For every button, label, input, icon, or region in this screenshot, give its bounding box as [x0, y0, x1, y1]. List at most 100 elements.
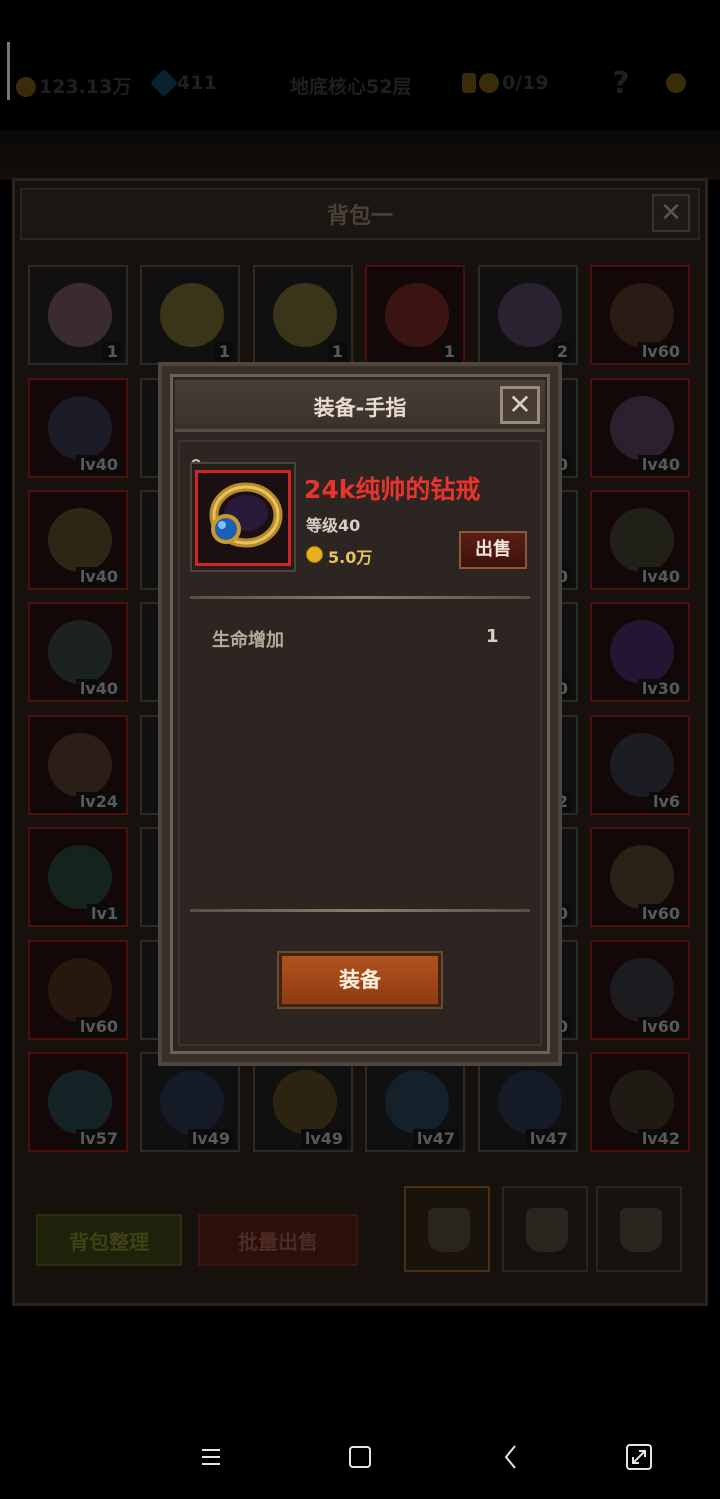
inventory-slot[interactable]: lv60 — [28, 940, 128, 1040]
bag-title: 背包一 — [326, 204, 393, 229]
stat-name: 生命增加 — [212, 630, 284, 651]
inventory-slot[interactable]: 1 — [253, 265, 353, 365]
slot-label: lv24 — [75, 792, 122, 811]
sort-bag-button[interactable]: 背包整理 — [36, 1214, 182, 1266]
gold-counter: 123.13万 — [16, 72, 131, 99]
inventory-slot[interactable]: 1 — [140, 265, 240, 365]
gem-icon — [149, 68, 179, 98]
inventory-slot[interactable]: lv49 — [140, 1052, 240, 1152]
ring-icon — [48, 508, 112, 572]
slot-label: lv60 — [75, 1017, 122, 1036]
dialog-close-button[interactable]: ✕ — [500, 386, 540, 424]
inventory-slot[interactable]: 2 — [478, 265, 578, 365]
divider-top — [190, 596, 530, 599]
gold-amount: 123.13万 — [39, 76, 132, 98]
emerald-ring-icon — [48, 845, 112, 909]
potion-icon — [385, 283, 449, 347]
slot-label: lv40 — [637, 455, 684, 474]
divider-bottom — [190, 909, 530, 912]
inventory-slot[interactable]: 1 — [28, 265, 128, 365]
gem-counter: 411 — [149, 68, 217, 98]
slot-label: lv40 — [75, 567, 122, 586]
resize-icon[interactable] — [622, 1440, 656, 1474]
gold-coin-icon — [16, 77, 36, 97]
dialog-title: 装备-手指 — [313, 396, 407, 420]
inventory-slot[interactable]: lv60 — [590, 940, 690, 1040]
inventory-slot[interactable]: lv40 — [28, 602, 128, 702]
home-square-icon[interactable] — [343, 1440, 377, 1474]
backpack-icon — [526, 1208, 568, 1252]
slot-label: lv60 — [637, 904, 684, 923]
inventory-slot[interactable]: lv40 — [590, 490, 690, 590]
bag-tab-2[interactable] — [502, 1186, 588, 1272]
inventory-slot[interactable]: lv40 — [28, 378, 128, 478]
skull-icon — [479, 73, 499, 93]
bag-tab-3[interactable] — [596, 1186, 682, 1272]
scroll-icon — [498, 283, 562, 347]
bag-close-button[interactable]: ✕ — [652, 194, 690, 232]
hero-bar — [0, 130, 720, 180]
slot-label: lv40 — [75, 455, 122, 474]
hood-icon — [610, 620, 674, 684]
menu-icon[interactable] — [194, 1440, 228, 1474]
slot-label: lv1 — [86, 904, 122, 923]
equip-button[interactable]: 装备 — [277, 951, 443, 1009]
slot-label: lv47 — [525, 1129, 572, 1148]
key-icon — [462, 73, 476, 93]
slot-label: lv6 — [648, 792, 684, 811]
sapphire-gold-ring-icon — [209, 482, 283, 548]
gem-amount: 411 — [177, 72, 217, 94]
slot-label: lv57 — [75, 1129, 122, 1148]
back-chevron-icon[interactable] — [494, 1440, 528, 1474]
stat-value: 1 — [486, 626, 499, 647]
orb-cage-icon — [48, 1070, 112, 1134]
slot-label: lv49 — [187, 1129, 234, 1148]
settings-icon[interactable] — [666, 72, 689, 94]
scythe-icon — [48, 396, 112, 460]
bracelet-icon — [48, 958, 112, 1022]
inventory-slot[interactable]: lv42 — [590, 1052, 690, 1152]
item-slot[interactable] — [195, 470, 291, 566]
skull-counter: 0/19 — [462, 72, 549, 94]
inventory-slot[interactable]: lv60 — [590, 827, 690, 927]
backpack-icon — [428, 1208, 470, 1252]
dark-helmet-icon — [610, 733, 674, 797]
slot-label: lv60 — [637, 1017, 684, 1036]
inventory-slot[interactable]: lv47 — [365, 1052, 465, 1152]
bag-tab-1[interactable] — [404, 1186, 490, 1272]
inventory-slot[interactable]: lv30 — [590, 602, 690, 702]
slot-label: lv49 — [300, 1129, 347, 1148]
chest-armor-icon — [610, 958, 674, 1022]
gold-ring-icon — [273, 1070, 337, 1134]
slot-label: lv30 — [637, 679, 684, 698]
sapphire-pendant-icon — [160, 1070, 224, 1134]
inventory-slot[interactable]: lv47 — [478, 1052, 578, 1152]
trident-icon — [610, 283, 674, 347]
inventory-slot[interactable]: lv40 — [590, 378, 690, 478]
bulk-sell-button[interactable]: 批量出售 — [198, 1214, 358, 1266]
question-icon[interactable]: ? — [612, 66, 629, 101]
cursor-line — [7, 42, 10, 100]
slot-label: lv40 — [75, 679, 122, 698]
coin-icon — [306, 546, 323, 563]
inventory-slot[interactable]: lv49 — [253, 1052, 353, 1152]
backpack-icon — [620, 1208, 662, 1252]
sapphire-pendant-icon — [498, 1070, 562, 1134]
location-label: 地底核心52层 — [290, 76, 412, 98]
horned-helmet-icon — [48, 733, 112, 797]
inventory-slot[interactable]: lv6 — [590, 715, 690, 815]
inventory-slot[interactable]: lv24 — [28, 715, 128, 815]
skull-count: 0/19 — [502, 72, 549, 94]
slot-label: 1 — [439, 342, 459, 361]
gauntlet-icon — [385, 1070, 449, 1134]
beer-mug-icon — [160, 283, 224, 347]
item-price: 5.0万 — [328, 548, 373, 567]
inventory-slot[interactable]: 1 — [365, 265, 465, 365]
inventory-slot[interactable]: lv1 — [28, 827, 128, 927]
slot-label: 2 — [552, 342, 572, 361]
sell-button[interactable]: 出售 — [459, 531, 527, 569]
inventory-slot[interactable]: lv57 — [28, 1052, 128, 1152]
inventory-slot[interactable]: lv60 — [590, 265, 690, 365]
inventory-slot[interactable]: lv40 — [28, 490, 128, 590]
helmet-icon — [48, 620, 112, 684]
